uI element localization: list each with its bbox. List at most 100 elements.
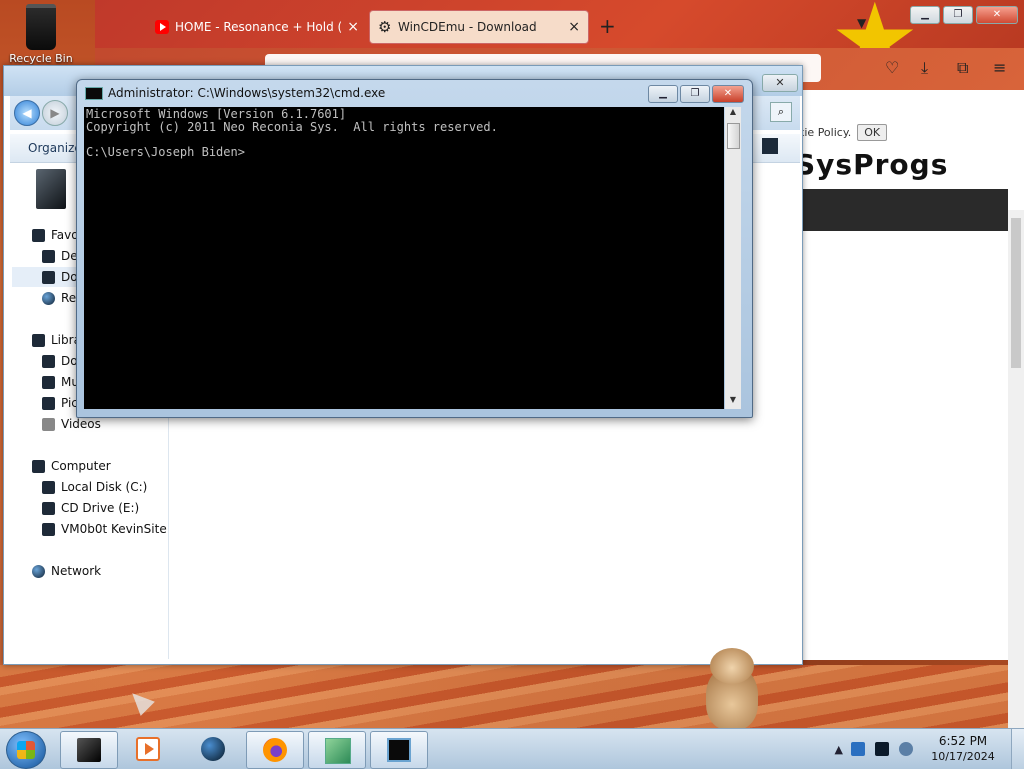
documents-icon — [42, 354, 55, 368]
show-desktop-button[interactable] — [1011, 729, 1024, 769]
console-line: Copyright (c) 2011 Neo Reconia Sys. All … — [86, 119, 498, 134]
youtube-icon — [155, 20, 169, 34]
nav-network-drive[interactable]: VM0b0t KevinSite — [42, 522, 167, 536]
nav-cd-drive[interactable]: CD Drive (E:) — [42, 501, 139, 515]
site-nav-bar — [795, 189, 1008, 231]
clock[interactable]: 6:52 PM 10/17/2024 — [923, 734, 1003, 764]
page-vertical-scrollbar[interactable] — [1008, 210, 1024, 730]
chevron-down-icon[interactable]: ▼ — [857, 16, 866, 30]
scrollbar-thumb[interactable] — [1011, 218, 1021, 368]
pocket-icon[interactable]: ♡ — [885, 58, 899, 77]
organize-menu[interactable]: Organize — [28, 141, 82, 155]
nav-favorites[interactable]: Favo — [32, 228, 79, 242]
close-icon[interactable]: × — [568, 19, 580, 35]
nav-label: VM0b0t KevinSite — [61, 522, 167, 536]
preview-pane-icon[interactable] — [762, 138, 778, 154]
scrollbar-thumb[interactable] — [727, 123, 740, 149]
nav-network[interactable]: Network — [32, 564, 101, 578]
search-icon[interactable]: ⌕ — [770, 102, 792, 122]
recent-icon — [42, 291, 55, 305]
minimize-button[interactable]: ▁ — [910, 6, 940, 24]
taskbar: ▲ 6:52 PM 10/17/2024 — [0, 728, 1024, 769]
close-button[interactable]: ✕ — [712, 85, 744, 103]
browser-window-controls: ▁ ❐ ✕ — [910, 6, 1018, 24]
scroll-up-icon[interactable]: ▲ — [725, 107, 741, 121]
nav-libraries[interactable]: Libra — [32, 333, 81, 347]
videos-icon — [42, 417, 55, 431]
tab-title: WinCDEmu - Download — [398, 20, 537, 34]
taskbar-media-player[interactable] — [120, 731, 176, 767]
wallpaper-rocks — [0, 665, 1024, 730]
extensions-icon[interactable]: ⧉ — [957, 58, 968, 78]
tab-youtube[interactable]: HOME - Resonance + Hold (Va × — [147, 10, 367, 44]
nav-music[interactable]: Mu — [42, 375, 79, 389]
app-icon — [325, 738, 351, 764]
close-icon[interactable]: × — [347, 19, 359, 35]
tab-wincdemu[interactable]: ⚙ WinCDEmu - Download × — [369, 10, 589, 44]
close-button[interactable]: ✕ — [976, 6, 1018, 24]
tray-app-icon[interactable] — [851, 742, 865, 756]
desktop-icon-recycle-bin[interactable]: Recycle Bin — [6, 4, 76, 65]
cmd-window: Administrator: C:\Windows\system32\cmd.e… — [76, 79, 753, 418]
nav-label: Computer — [51, 459, 111, 473]
cookie-notice: kie Policy. OK — [798, 124, 888, 141]
nav-label: Videos — [61, 417, 101, 431]
cmd-icon — [387, 738, 411, 762]
console-output[interactable]: Microsoft Windows [Version 6.1.7601] Copy… — [84, 107, 724, 409]
download-icon[interactable]: ⤓ — [921, 58, 928, 78]
cd-drive-icon — [42, 501, 55, 515]
disk-icon — [42, 480, 55, 494]
cmd-titlebar[interactable]: Administrator: C:\Windows\system32\cmd.e… — [85, 86, 385, 100]
start-button[interactable] — [6, 731, 46, 769]
system-tray: ▲ 6:52 PM 10/17/2024 — [835, 729, 1024, 769]
taskbar-firefox[interactable] — [246, 731, 304, 769]
forward-button[interactable]: ▶ — [42, 100, 68, 126]
explorer-close-button[interactable]: ✕ — [762, 74, 798, 92]
cmd-scrollbar[interactable]: ▲ ▼ — [725, 107, 741, 409]
back-button[interactable]: ◀ — [14, 100, 40, 126]
scroll-down-icon[interactable]: ▼ — [725, 395, 741, 409]
tray-expand-icon[interactable]: ▲ — [835, 743, 843, 756]
maximize-button[interactable]: ❐ — [943, 6, 973, 24]
taskbar-globe[interactable] — [185, 731, 241, 767]
firefox-icon — [263, 738, 287, 762]
nav-pictures[interactable]: Pic — [42, 396, 78, 410]
new-tab-button[interactable]: + — [599, 14, 616, 38]
nav-videos[interactable]: Videos — [42, 417, 101, 431]
console-prompt: C:\Users\Joseph Biden> — [86, 144, 245, 159]
recycle-bin-label: Recycle Bin — [9, 52, 73, 65]
pictures-icon — [42, 396, 55, 410]
media-player-icon — [136, 737, 160, 761]
nav-computer[interactable]: Computer — [32, 459, 111, 473]
nav-label: Network — [51, 564, 102, 578]
hamster-desktop-pet — [700, 648, 764, 730]
cmd-window-controls: ▁ ❐ ✕ — [648, 85, 744, 103]
clock-date: 10/17/2024 — [931, 750, 995, 763]
gear-icon: ⚙ — [378, 18, 392, 36]
nav-local-disk[interactable]: Local Disk (C:) — [42, 480, 147, 494]
nav-recent[interactable]: Re — [42, 291, 76, 305]
menu-icon[interactable]: ≡ — [993, 58, 1006, 77]
folder-preview-icon — [36, 169, 66, 209]
taskbar-app[interactable] — [308, 731, 366, 769]
recycle-bin-icon — [26, 4, 56, 50]
cookie-ok-button[interactable]: OK — [857, 124, 888, 141]
nav-documents[interactable]: Do — [42, 354, 78, 368]
browser-tabbar: ★ HOME - Resonance + Hold (Va × ⚙ WinCDE… — [95, 0, 1024, 90]
music-icon — [42, 375, 55, 389]
nav-label: Favo — [51, 228, 79, 242]
network-icon — [32, 564, 45, 578]
sysprogs-logo[interactable]: SysProgs — [795, 148, 1008, 188]
downloads-icon — [42, 270, 55, 284]
network-drive-icon — [42, 522, 55, 536]
minimize-button[interactable]: ▁ — [648, 85, 678, 103]
volume-icon[interactable] — [899, 742, 913, 756]
taskbar-cmd[interactable] — [370, 731, 428, 769]
desktop-icon — [42, 249, 55, 263]
network-status-icon[interactable] — [875, 742, 889, 756]
nav-desktop[interactable]: De — [42, 249, 78, 263]
taskbar-explorer[interactable] — [60, 731, 118, 769]
nav-label: Re — [61, 291, 77, 305]
maximize-button[interactable]: ❐ — [680, 85, 710, 103]
nav-label: Local Disk (C:) — [61, 480, 148, 494]
